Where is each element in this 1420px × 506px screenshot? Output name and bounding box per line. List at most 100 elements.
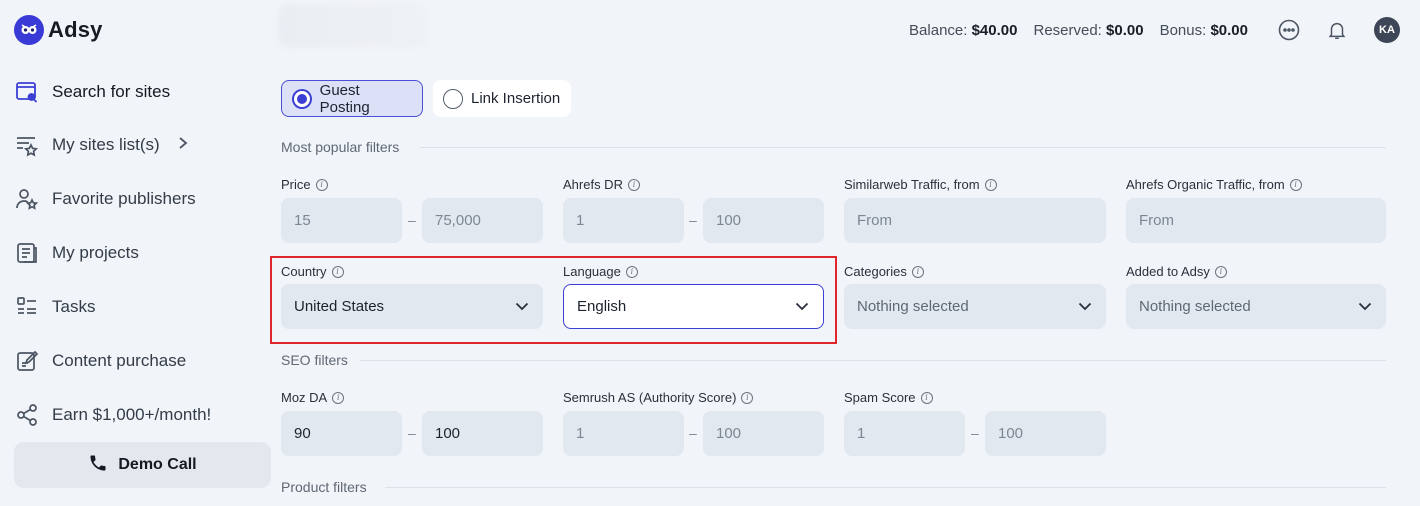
label-text: Added to Adsy bbox=[1126, 264, 1210, 279]
info-icon[interactable]: i bbox=[332, 391, 345, 404]
tasks-icon bbox=[14, 294, 40, 320]
info-icon[interactable]: i bbox=[627, 178, 640, 191]
country-select[interactable]: United States bbox=[281, 284, 543, 329]
moz-da-from-input[interactable]: 90 bbox=[281, 411, 402, 456]
ahrefs-organic-traffic-input[interactable]: From bbox=[1126, 198, 1386, 243]
price-label: Price i bbox=[281, 177, 328, 192]
blurred-header-chip bbox=[278, 4, 428, 48]
list-star-icon bbox=[14, 132, 40, 158]
tab-label: Guest Posting bbox=[319, 81, 370, 116]
chevron-down-icon bbox=[1078, 298, 1092, 315]
info-icon[interactable]: i bbox=[984, 178, 997, 191]
label-text: Country bbox=[281, 264, 327, 279]
semrush-from-input[interactable]: 1 bbox=[563, 411, 684, 456]
language-select[interactable]: English bbox=[563, 284, 824, 329]
sidebar-item-earn[interactable]: Earn $1,000+/month! bbox=[14, 402, 211, 428]
sidebar-item-label: Earn $1,000+/month! bbox=[52, 405, 212, 424]
language-label: Language i bbox=[563, 264, 638, 279]
avatar[interactable]: KA bbox=[1374, 17, 1400, 43]
label-text: Categories bbox=[844, 264, 907, 279]
tab-guest-posting[interactable]: Guest Posting bbox=[281, 80, 423, 117]
sidebar-item-my-projects[interactable]: My projects bbox=[14, 240, 139, 266]
reserved-value: $0.00 bbox=[1106, 21, 1144, 39]
categories-label: Categories i bbox=[844, 264, 924, 279]
logo[interactable]: Adsy bbox=[14, 15, 103, 45]
spam-score-label: Spam Score i bbox=[844, 390, 933, 405]
range-separator: – bbox=[971, 425, 979, 441]
info-icon[interactable]: i bbox=[315, 178, 328, 191]
ahrefs-dr-to-input[interactable]: 100 bbox=[703, 198, 824, 243]
demo-call-button[interactable]: Demo Call bbox=[14, 442, 271, 488]
sidebar-item-label: Tasks bbox=[52, 297, 96, 316]
country-label: Country i bbox=[281, 264, 344, 279]
info-icon[interactable]: i bbox=[1214, 265, 1227, 278]
radio-unselected-icon bbox=[443, 88, 463, 109]
categories-select[interactable]: Nothing selected bbox=[844, 284, 1106, 329]
app-name: Adsy bbox=[48, 17, 103, 42]
semrush-label: Semrush AS (Authority Score) i bbox=[563, 390, 754, 405]
balance: Balance: $40.00 bbox=[909, 22, 1017, 39]
price-to-input[interactable]: 75,000 bbox=[422, 198, 543, 243]
ahrefs-organic-label: Ahrefs Organic Traffic, from i bbox=[1126, 177, 1302, 192]
ahrefs-dr-label: Ahrefs DR i bbox=[563, 177, 640, 192]
edit-document-icon bbox=[14, 348, 40, 374]
info-icon[interactable]: i bbox=[625, 265, 638, 278]
share-icon bbox=[14, 402, 40, 428]
tab-link-insertion[interactable]: Link Insertion bbox=[433, 80, 571, 117]
user-star-icon bbox=[14, 186, 40, 212]
sidebar-item-favorite-publishers[interactable]: Favorite publishers bbox=[14, 186, 196, 212]
added-to-adsy-select[interactable]: Nothing selected bbox=[1126, 284, 1386, 329]
info-icon[interactable]: i bbox=[920, 391, 933, 404]
divider bbox=[360, 360, 1386, 361]
bonus-value: $0.00 bbox=[1210, 21, 1248, 39]
info-icon[interactable]: i bbox=[331, 265, 344, 278]
reserved-label: Reserved: bbox=[1033, 21, 1102, 39]
sidebar-item-my-sites-lists[interactable]: My sites list(s) bbox=[14, 132, 188, 158]
moz-da-to-input[interactable]: 100 bbox=[422, 411, 543, 456]
added-value: Nothing selected bbox=[1139, 298, 1251, 315]
similarweb-traffic-input[interactable]: From bbox=[844, 198, 1106, 243]
price-from-input[interactable]: 15 bbox=[281, 198, 402, 243]
bell-icon[interactable] bbox=[1324, 17, 1350, 43]
sidebar: Adsy Search for sites My sites list(s) F… bbox=[0, 0, 280, 506]
country-value: United States bbox=[294, 298, 385, 315]
range-separator: – bbox=[408, 425, 416, 441]
search-sites-icon bbox=[14, 79, 40, 105]
spam-score-to-input[interactable]: 100 bbox=[985, 411, 1106, 456]
info-icon[interactable]: i bbox=[741, 391, 754, 404]
radio-selected-icon bbox=[292, 88, 312, 109]
phone-icon bbox=[88, 453, 108, 478]
range-separator: – bbox=[689, 425, 697, 441]
sidebar-item-search-sites[interactable]: Search for sites bbox=[14, 79, 170, 105]
label-text: Spam Score bbox=[844, 390, 916, 405]
info-icon[interactable]: i bbox=[1289, 178, 1302, 191]
label-text: Similarweb Traffic, from bbox=[844, 177, 980, 192]
ahrefs-dr-from-input[interactable]: 1 bbox=[563, 198, 684, 243]
bonus-label: Bonus: bbox=[1159, 21, 1207, 39]
chevron-down-icon bbox=[1358, 298, 1372, 315]
similarweb-label: Similarweb Traffic, from i bbox=[844, 177, 997, 192]
section-title-popular: Most popular filters bbox=[281, 139, 400, 155]
label-text: Language bbox=[563, 264, 621, 279]
logo-owl-icon bbox=[14, 15, 44, 45]
chevron-down-icon bbox=[515, 298, 529, 315]
sidebar-item-label: My sites list(s) bbox=[52, 135, 160, 154]
sidebar-item-label: Content purchase bbox=[52, 351, 187, 370]
sidebar-item-tasks[interactable]: Tasks bbox=[14, 294, 95, 320]
label-text: Semrush AS (Authority Score) bbox=[563, 390, 737, 405]
chat-icon[interactable] bbox=[1276, 17, 1302, 43]
semrush-to-input[interactable]: 100 bbox=[703, 411, 824, 456]
divider bbox=[420, 147, 1386, 148]
document-icon bbox=[14, 240, 40, 266]
divider bbox=[385, 487, 1386, 488]
demo-call-label: Demo Call bbox=[118, 456, 197, 473]
sidebar-item-content-purchase[interactable]: Content purchase bbox=[14, 348, 186, 374]
chevron-down-icon bbox=[795, 298, 809, 315]
spam-score-from-input[interactable]: 1 bbox=[844, 411, 965, 456]
chevron-right-icon bbox=[178, 136, 188, 155]
bonus: Bonus: $0.00 bbox=[1160, 22, 1248, 39]
tab-label: Link Insertion bbox=[471, 90, 561, 107]
balance-value: $40.00 bbox=[971, 21, 1018, 39]
info-icon[interactable]: i bbox=[911, 265, 924, 278]
sidebar-item-label: Search for sites bbox=[52, 82, 171, 101]
